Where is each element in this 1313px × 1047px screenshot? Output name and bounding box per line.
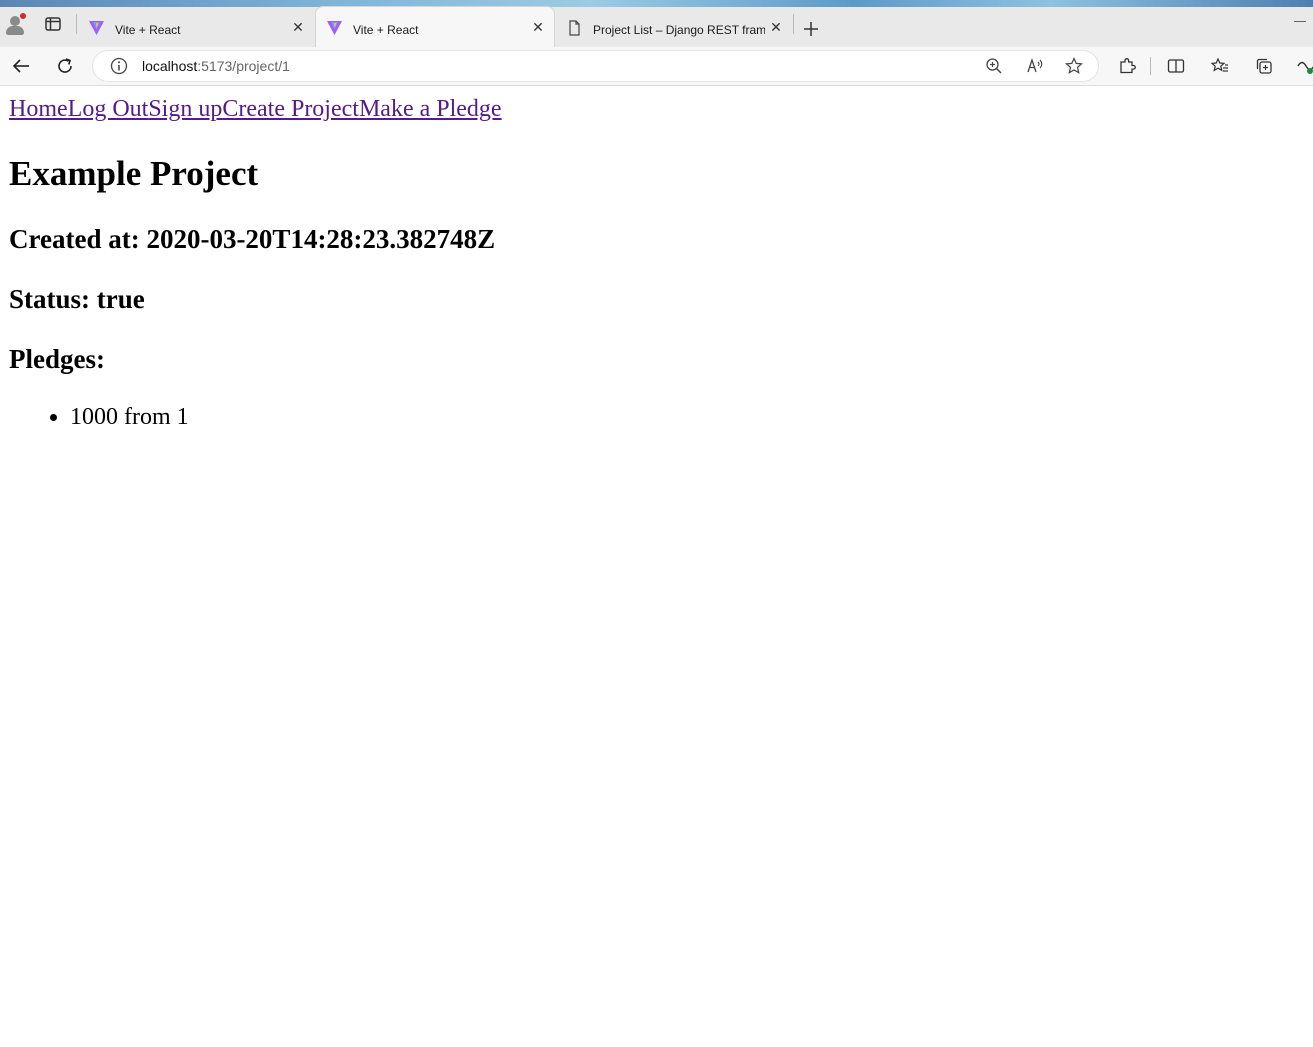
extensions-icon[interactable] (1117, 56, 1137, 76)
tab-project-list[interactable]: Project List – Django REST framework ✕ (556, 7, 792, 47)
tab-title: Project List – Django REST framework (593, 23, 765, 37)
status-heading: Status: true (9, 284, 145, 314)
tab-actions-icon[interactable] (44, 15, 62, 33)
profile-icon[interactable] (4, 13, 26, 35)
project-title: Example Project (9, 154, 259, 193)
read-aloud-icon[interactable] (1025, 56, 1045, 76)
back-icon[interactable] (11, 56, 31, 76)
page-content: HomeLog OutSign upCreate ProjectMake a P… (9, 86, 1313, 1047)
nav-create-project-link[interactable]: Create Project (222, 96, 359, 122)
close-icon[interactable]: ✕ (531, 21, 545, 35)
collections-icon[interactable] (1254, 56, 1274, 76)
tab-title: Vite + React (353, 23, 419, 37)
tab-title: Vite + React (115, 23, 181, 37)
tab-vite-react-2[interactable]: Vite + React ✕ (316, 7, 554, 47)
close-icon[interactable]: ✕ (291, 21, 305, 35)
url-path: :5173/project/1 (197, 58, 290, 74)
pledges-heading: Pledges: (9, 344, 105, 374)
close-icon[interactable]: ✕ (769, 21, 783, 35)
minimize-button[interactable] (1294, 21, 1306, 22)
url-host: localhost (142, 58, 198, 74)
pledges-list: 1000 from 1 (9, 404, 189, 431)
tab-vite-react-1[interactable]: Vite + React ✕ (78, 7, 314, 47)
refresh-icon[interactable] (55, 56, 75, 76)
site-nav: HomeLog OutSign upCreate ProjectMake a P… (9, 96, 502, 123)
zoom-icon[interactable] (984, 56, 1004, 76)
plus-icon[interactable] (801, 19, 821, 39)
nav-make-a-pledge-link[interactable]: Make a Pledge (359, 96, 502, 122)
nav-home-link[interactable]: Home (9, 96, 68, 122)
desktop-background-strip (0, 0, 1313, 7)
favorite-icon[interactable] (1064, 56, 1084, 76)
nav-sign-up-link[interactable]: Sign up (148, 96, 222, 122)
created-at-heading: Created at: 2020-03-20T14:28:23.382748Z (9, 224, 496, 254)
page-icon (569, 20, 580, 36)
nav-log-out-link[interactable]: Log Out (68, 96, 149, 122)
split-screen-icon[interactable] (1166, 56, 1186, 76)
tab-separator (76, 14, 77, 34)
favorites-icon[interactable] (1210, 56, 1230, 76)
tab-separator (793, 14, 794, 34)
copilot-icon[interactable] (1296, 56, 1313, 76)
vite-icon (89, 21, 104, 35)
url-text[interactable]: localhost:5173/project/1 (142, 58, 290, 74)
toolbar-separator (1150, 57, 1151, 75)
vite-icon (327, 21, 342, 35)
pledge-item: 1000 from 1 (70, 404, 189, 431)
info-icon[interactable] (109, 56, 129, 76)
